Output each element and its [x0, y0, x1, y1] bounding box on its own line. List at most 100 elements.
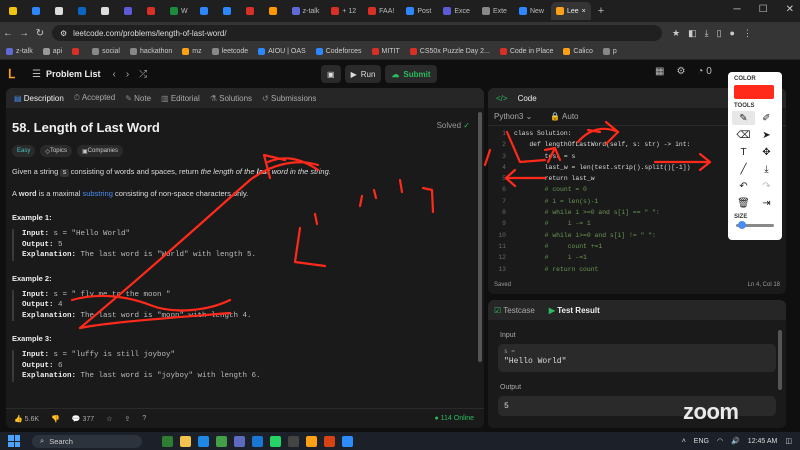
browser-tab[interactable] — [119, 2, 140, 20]
close-icon[interactable]: ✕ — [786, 4, 794, 15]
prev-problem-icon[interactable]: ‹ — [112, 69, 115, 80]
run-button[interactable]: ▶ Run — [344, 65, 382, 83]
text-icon[interactable]: T — [732, 145, 755, 159]
maximize-icon[interactable]: ☐ — [759, 4, 768, 15]
bookmark-item[interactable]: Calico — [563, 48, 593, 55]
browser-tab[interactable]: FAA! — [363, 2, 399, 20]
bookmark-star-icon[interactable]: ★ — [672, 28, 680, 39]
redo-icon[interactable]: ↷ — [755, 179, 778, 193]
browser-tab[interactable]: Exce — [438, 2, 475, 20]
size-slider[interactable] — [736, 221, 774, 229]
companies-chip[interactable]: ▣ Companies — [76, 145, 124, 157]
topics-chip[interactable]: ◇ Topics — [40, 145, 72, 157]
browser-tab[interactable]: New — [514, 2, 549, 20]
notification-icon[interactable]: ◫ — [785, 437, 792, 445]
shuffle-icon[interactable]: ⤮ — [139, 69, 147, 80]
undo-icon[interactable]: ↶ — [732, 179, 755, 193]
wifi-icon[interactable]: ◠ — [717, 437, 723, 445]
bookmark-item[interactable]: CS50x Puzzle Day 2... — [409, 48, 490, 55]
leetcode-logo-icon[interactable]: ᒪ — [8, 67, 22, 81]
tab-note[interactable]: ✎ Note — [125, 94, 151, 103]
browser-tab[interactable] — [4, 2, 25, 20]
test-scrollbar[interactable] — [778, 330, 782, 390]
clock[interactable]: 12:45 AM — [748, 438, 778, 445]
browser-tab[interactable] — [73, 2, 94, 20]
eraser-icon[interactable]: ⌫ — [732, 128, 755, 142]
site-info-icon[interactable]: ⚙ — [60, 29, 67, 38]
url-field[interactable]: ⚙ leetcode.com/problems/length-of-last-w… — [52, 25, 662, 41]
store-icon[interactable] — [234, 435, 245, 447]
bookmark-item[interactable]: Code in Place — [499, 48, 553, 55]
browser-tab[interactable]: Lee × — [550, 2, 591, 20]
move-icon[interactable]: ✥ — [755, 145, 778, 159]
chrome-icon[interactable] — [216, 435, 227, 447]
marker-icon[interactable]: ✐ — [755, 111, 778, 125]
size-slider-knob[interactable] — [737, 221, 746, 229]
bookmark-item[interactable]: social — [92, 48, 120, 55]
pen-icon[interactable]: ✎ — [732, 111, 755, 125]
browser-tab[interactable] — [96, 2, 117, 20]
layout-icon[interactable]: ▦ — [655, 66, 664, 77]
tab-submissions[interactable]: ↺ Submissions — [262, 94, 316, 103]
widgets-icon[interactable] — [162, 435, 173, 447]
bookmark-item[interactable]: Codeforces — [315, 48, 362, 55]
next-problem-icon[interactable]: › — [126, 69, 129, 80]
comments-button[interactable]: 💬 377 — [72, 415, 94, 423]
description-scrollbar[interactable] — [478, 112, 482, 362]
chrome-active-icon[interactable] — [306, 435, 317, 447]
bookmark-item[interactable]: z-talk — [6, 48, 33, 55]
bookmark-item[interactable]: mz — [182, 48, 202, 55]
problem-list-link[interactable]: Problem List — [46, 69, 101, 79]
substring-link[interactable]: substring — [82, 189, 112, 198]
like-button[interactable]: 👍 5.6K — [14, 415, 39, 423]
tab-description[interactable]: ▤ Description — [14, 94, 64, 103]
volume-icon[interactable]: 🔊 — [731, 437, 740, 445]
browser-tab[interactable]: + 12 — [326, 2, 361, 20]
browser-tab[interactable] — [27, 2, 48, 20]
new-tab-icon[interactable]: + — [593, 2, 609, 20]
tray-chevron-icon[interactable]: ˄ — [682, 438, 686, 445]
settings-icon[interactable]: ⚙ — [676, 66, 685, 77]
bookmark-item[interactable] — [72, 48, 82, 55]
browser-tab[interactable]: Post — [401, 2, 436, 20]
extensions-icon[interactable]: ◧ — [688, 28, 697, 39]
browser-tab[interactable] — [264, 2, 285, 20]
tab-editorial[interactable]: ▥ Editorial — [161, 94, 200, 103]
pointer-icon[interactable]: ➤ — [755, 128, 778, 142]
submit-button[interactable]: ☁ Submit — [385, 65, 437, 83]
browser-tab[interactable]: W — [165, 2, 193, 20]
tab-test-result[interactable]: ▶ Test Result — [549, 306, 600, 315]
bookmark-item[interactable]: hackathon — [129, 48, 172, 55]
help-icon[interactable]: ? — [142, 415, 146, 422]
line-icon[interactable]: ╱ — [732, 162, 755, 176]
browser-tab[interactable] — [142, 2, 163, 20]
color-swatch[interactable] — [734, 85, 774, 99]
bookmark-item[interactable]: api — [42, 48, 62, 55]
edge-icon[interactable] — [198, 435, 209, 447]
exit-icon[interactable]: ⇥ — [755, 196, 778, 210]
zoom-app-icon[interactable] — [342, 435, 353, 447]
bookmark-item[interactable]: MITIT — [371, 48, 400, 55]
tab-accepted[interactable]: ⏱ Accepted — [74, 93, 115, 103]
browser-tab[interactable] — [195, 2, 216, 20]
windows-start-icon[interactable] — [8, 435, 20, 447]
taskbar-search[interactable]: ⌕ Search — [32, 434, 142, 448]
file-explorer-icon[interactable] — [180, 435, 191, 447]
autocomplete-toggle[interactable]: 🔒 Auto — [550, 112, 578, 121]
forward-icon[interactable]: → — [16, 28, 32, 39]
bookmark-item[interactable]: p — [602, 48, 617, 55]
menu-icon[interactable]: ⋮ — [743, 28, 752, 39]
tab-testcase[interactable]: ☑ Testcase — [494, 306, 535, 315]
debug-button[interactable]: ▣ — [321, 65, 341, 83]
back-icon[interactable]: ← — [0, 28, 16, 39]
browser-tab[interactable] — [241, 2, 262, 20]
share-icon[interactable]: ⇪ — [124, 415, 130, 423]
language-select[interactable]: Python3 ⌄ — [494, 112, 532, 121]
dislike-icon[interactable]: 👎 — [51, 415, 60, 423]
reload-icon[interactable]: ↻ — [32, 28, 48, 39]
bookmark-item[interactable]: leetcode — [211, 48, 248, 55]
difficulty-chip[interactable]: Easy — [12, 145, 36, 157]
favorite-icon[interactable]: ☆ — [106, 415, 112, 423]
download-icon[interactable]: ⤓ — [705, 28, 709, 39]
bookmark-item[interactable]: AIOU | OAS — [258, 48, 306, 55]
